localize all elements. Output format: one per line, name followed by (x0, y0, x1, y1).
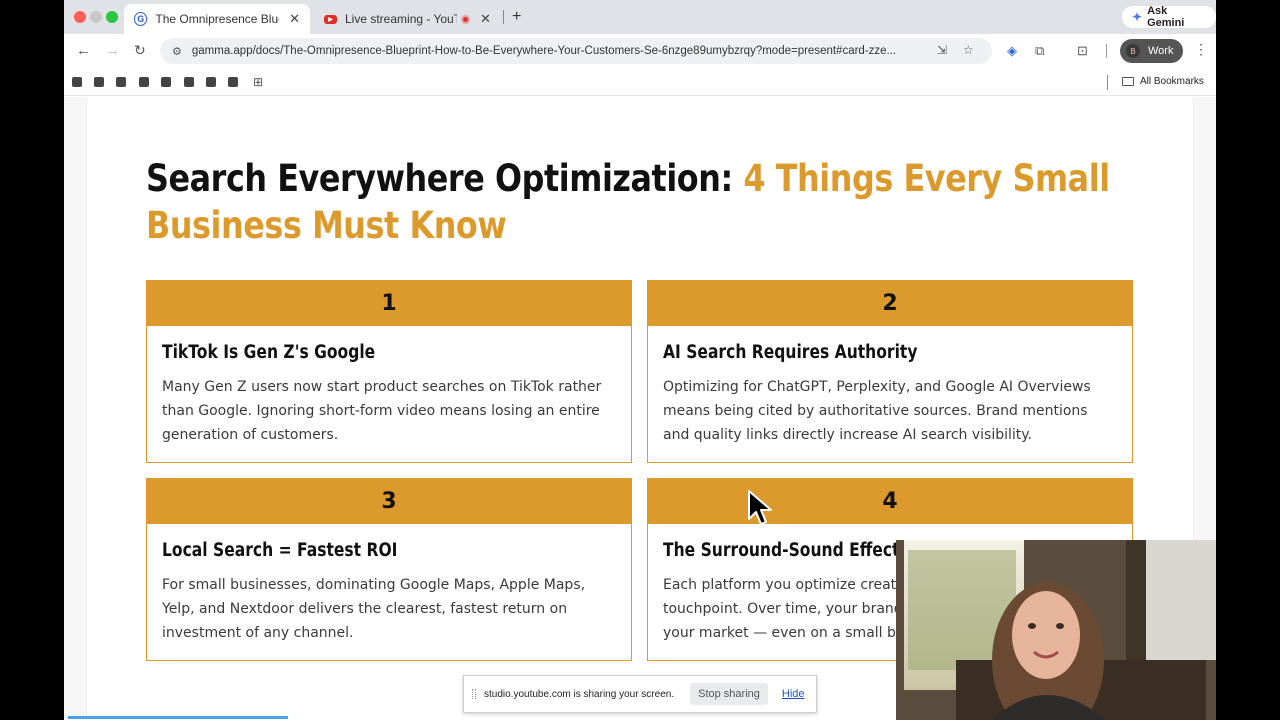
card-2: 2 AI Search Requires Authority Optimizin… (647, 280, 1133, 463)
minimize-window-button[interactable] (90, 11, 102, 23)
card-number: 2 (648, 281, 1132, 326)
bookmarks-divider (1107, 75, 1108, 90)
close-tab-icon[interactable]: ✕ (289, 11, 300, 27)
share-message: studio.youtube.com is sharing your scree… (484, 688, 675, 700)
drag-handle-icon[interactable] (472, 689, 476, 699)
maximize-window-button[interactable] (106, 11, 118, 23)
card-title: The Surround-Sound Effect (663, 540, 900, 561)
bookmark-item[interactable] (72, 77, 82, 87)
card-number: 4 (648, 479, 1132, 524)
bookmark-item[interactable] (228, 77, 238, 87)
bookmark-item[interactable] (116, 77, 126, 87)
card-body: For small businesses, dominating Google … (162, 577, 586, 641)
slide-heading: Search Everywhere Optimization: 4 Things… (146, 155, 1135, 249)
tab-title: The Omnipresence Blueprint (155, 12, 279, 26)
stop-sharing-button[interactable]: Stop sharing (690, 683, 768, 705)
profile-label: Work (1148, 45, 1174, 57)
bookmark-item[interactable] (206, 77, 216, 87)
ask-gemini-button[interactable]: ✦ Ask Gemini (1122, 5, 1216, 29)
all-bookmarks-label: All Bookmarks (1140, 76, 1204, 87)
card-title: AI Search Requires Authority (663, 342, 918, 363)
card-title: Local Search = Fastest ROI (162, 540, 398, 561)
card-title: TikTok Is Gen Z's Google (162, 342, 376, 363)
card-number: 3 (147, 479, 631, 524)
forward-icon[interactable]: → (105, 42, 120, 59)
card-body: Optimizing for ChatGPT, Perplexity, and … (663, 379, 1091, 443)
install-app-icon[interactable]: ⇲ (937, 43, 947, 57)
close-window-button[interactable] (74, 11, 86, 23)
tab-live-streaming-youtube[interactable]: ▶ Live streaming - YouTube ✕ (314, 4, 504, 34)
extensions-puzzle-icon[interactable]: ⧉ (1035, 43, 1044, 59)
youtube-icon: ▶ (324, 14, 337, 24)
extension-icon[interactable]: ◈ (1007, 43, 1017, 59)
browser-toolbar: ← → ↻ ⚙ gamma.app/docs/The-Omnipresence-… (64, 34, 1216, 68)
back-icon[interactable]: ← (76, 42, 91, 59)
apps-grid-icon[interactable]: ⊞ (253, 75, 263, 89)
address-bar[interactable]: ⚙ gamma.app/docs/The-Omnipresence-Bluepr… (160, 38, 992, 64)
hide-share-bar-link[interactable]: Hide (782, 688, 805, 700)
left-margin (64, 97, 87, 720)
tab-strip: G The Omnipresence Blueprint ✕ ▶ Live st… (64, 0, 1216, 34)
tab-omnipresence-blueprint[interactable]: G The Omnipresence Blueprint ✕ (124, 4, 310, 34)
card-1: 1 TikTok Is Gen Z's Google Many Gen Z us… (146, 280, 632, 463)
ask-gemini-label: Ask Gemini (1147, 5, 1185, 29)
webcam-overlay (896, 540, 1216, 720)
reload-icon[interactable]: ↻ (134, 42, 146, 59)
screen-share-bar: studio.youtube.com is sharing your scree… (463, 675, 817, 713)
bookmark-item[interactable] (184, 77, 194, 87)
avatar: B (1126, 44, 1140, 58)
menu-kebab-icon[interactable]: ⋮ (1194, 41, 1208, 58)
bookmark-item[interactable] (94, 77, 104, 87)
bookmarks-bar: ⊞ All Bookmarks (64, 68, 1216, 96)
card-body: Many Gen Z users now start product searc… (162, 379, 602, 443)
heading-main: Search Everywhere Optimization: (146, 157, 744, 200)
all-bookmarks-button[interactable]: All Bookmarks (1122, 76, 1204, 87)
bookmark-item[interactable] (139, 77, 149, 87)
profile-button[interactable]: B Work (1120, 39, 1184, 63)
tab-search-icon[interactable]: ⊡ (1077, 43, 1088, 59)
bookmark-star-icon[interactable]: ☆ (963, 43, 974, 57)
card-number: 1 (147, 281, 631, 326)
gamma-icon: G (134, 12, 148, 26)
recording-icon (461, 14, 470, 24)
tab-separator (503, 10, 504, 24)
site-settings-icon[interactable]: ⚙ (172, 45, 182, 58)
webcam-person-image (896, 540, 1216, 720)
bookmark-item[interactable] (161, 77, 171, 87)
url-text: gamma.app/docs/The-Omnipresence-Blueprin… (191, 45, 897, 57)
slide-progress-bar (68, 716, 288, 719)
close-tab-icon[interactable]: ✕ (480, 11, 491, 27)
mouse-pointer-icon (748, 490, 772, 525)
toolbar-divider (1106, 44, 1107, 58)
card-3: 3 Local Search = Fastest ROI For small b… (146, 478, 632, 661)
tab-title: Live streaming - YouTube (345, 12, 457, 26)
new-tab-icon[interactable]: + (512, 8, 521, 26)
gemini-sparkle-icon: ✦ (1132, 10, 1143, 24)
folder-icon (1122, 77, 1134, 86)
